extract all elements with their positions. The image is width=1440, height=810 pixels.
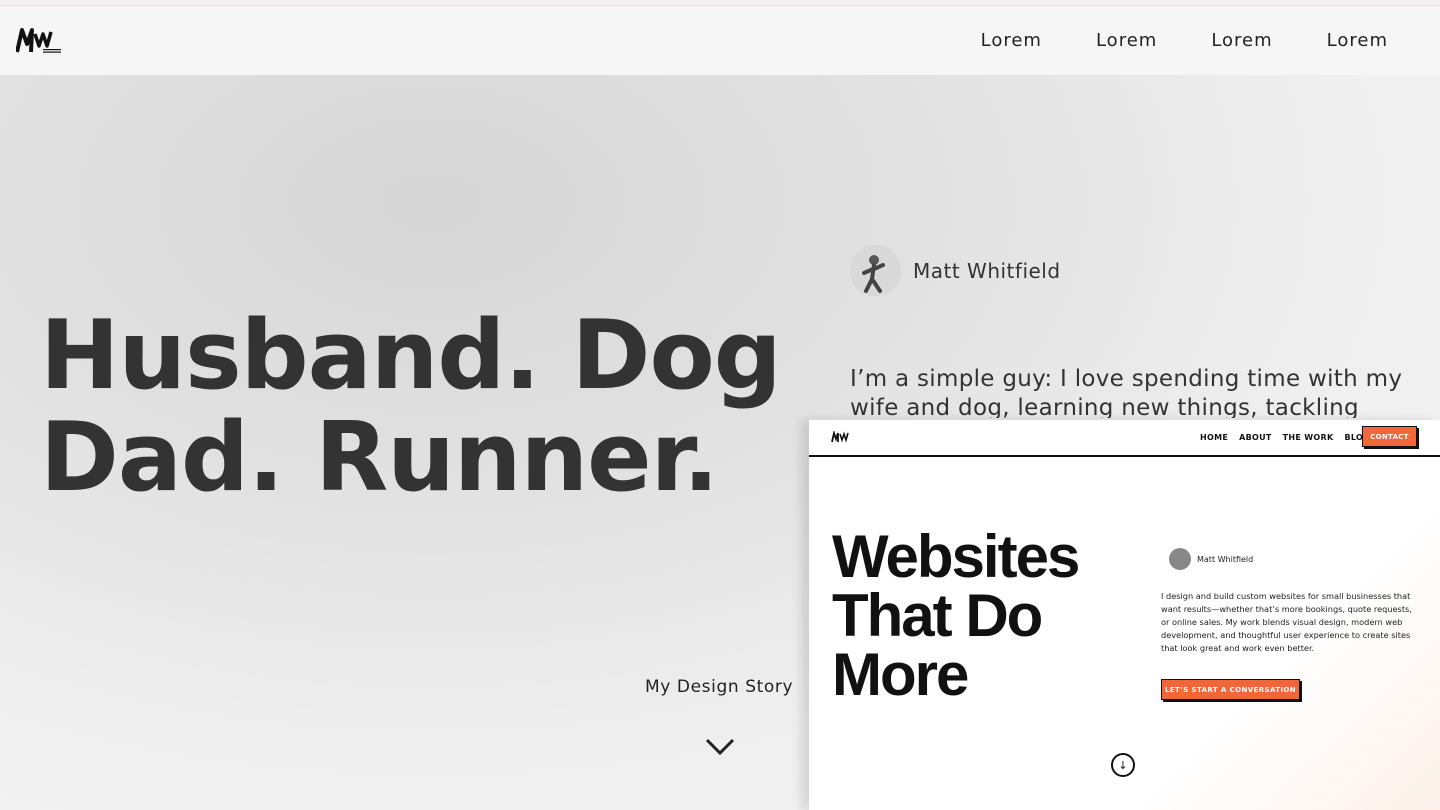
site-header: Lorem Lorem Lorem Lorem (0, 6, 1440, 75)
author-bio: I’m a simple guy: I love spending time w… (850, 366, 1403, 418)
nav-link-4[interactable]: Lorem (1327, 30, 1388, 51)
preview-cta-button: LET’S START A CONVERSATION (1161, 679, 1300, 700)
runner-photo-icon (850, 245, 901, 296)
preview-nav-work: THE WORK (1282, 433, 1334, 442)
chevron-down-icon[interactable] (704, 735, 736, 759)
preview-headline-line-3: More (832, 641, 969, 708)
preview-header: HOME ABOUT THE WORK BLOG CONTACT (809, 420, 1440, 457)
preview-headline-line-1: Websites (832, 523, 1080, 590)
preview-author-name: Matt Whitfield (1197, 554, 1254, 564)
preview-logo-icon (831, 431, 849, 443)
nav-link-1[interactable]: Lorem (981, 30, 1042, 51)
preview-contact-button: CONTACT (1362, 426, 1417, 447)
preview-nav-about: ABOUT (1239, 433, 1272, 442)
preview-nav: HOME ABOUT THE WORK BLOG (1200, 433, 1370, 442)
preview-bio: I design and build custom websites for s… (1161, 591, 1412, 653)
avatar (850, 245, 901, 296)
preview-headline-line-2: That Do (832, 582, 1043, 649)
nav-link-3[interactable]: Lorem (1211, 30, 1272, 51)
author-profile: Matt Whitfield (850, 245, 1061, 296)
hero-headline-line-2: Dad. Runner. (40, 403, 719, 513)
hero-headline: Husband. Dog Dad. Runner. (40, 305, 782, 509)
mw-logo-icon[interactable] (16, 26, 64, 54)
preview-profile: Matt Whitfield (1169, 548, 1253, 570)
website-preview-screenshot: HOME ABOUT THE WORK BLOG CONTACT Website… (809, 420, 1440, 810)
preview-nav-home: HOME (1200, 433, 1229, 442)
preview-avatar (1169, 548, 1191, 570)
preview-headline: Websites That Do More (832, 527, 1080, 705)
arrow-down-circle-icon: ↓ (1111, 753, 1135, 777)
main-nav: Lorem Lorem Lorem Lorem (981, 30, 1388, 51)
hero-headline-line-1: Husband. Dog (40, 301, 782, 411)
design-story-link[interactable]: My Design Story (645, 677, 793, 697)
nav-link-2[interactable]: Lorem (1096, 30, 1157, 51)
author-name: Matt Whitfield (913, 258, 1061, 283)
